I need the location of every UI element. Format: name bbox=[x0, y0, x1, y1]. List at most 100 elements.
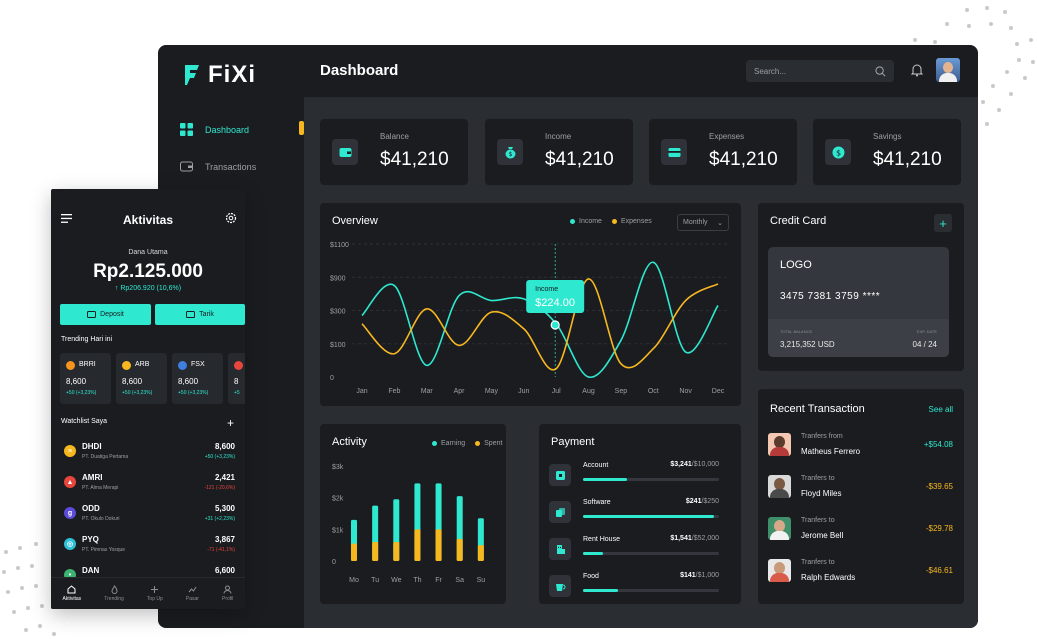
payment-item-account[interactable]: Account $3,241/$10,000 bbox=[549, 460, 719, 490]
payment-item-software[interactable]: Software $241/$250 bbox=[549, 497, 719, 527]
transaction-row[interactable]: Tranfers to Floyd Miles -$39.65 bbox=[768, 473, 953, 501]
sidebar-item-transactions[interactable]: Transactions bbox=[180, 160, 256, 173]
stat-card-balance[interactable]: Balance $41,210 bbox=[320, 119, 468, 185]
fixi-logo-icon bbox=[185, 65, 199, 85]
transaction-row[interactable]: Tranfers from Matheus Ferrero +$54.08 bbox=[768, 431, 953, 459]
nav-label: Pasar bbox=[185, 596, 199, 602]
payment-item-food[interactable]: Food $141/$1,000 bbox=[549, 571, 719, 601]
nav-profil[interactable]: Profil bbox=[222, 585, 233, 602]
transfer-amount: -$39.65 bbox=[925, 482, 953, 491]
nav-top-up[interactable]: Top Up bbox=[147, 585, 163, 602]
home-icon bbox=[67, 585, 76, 594]
x-tick-label: Su bbox=[477, 577, 486, 584]
ticker-logo bbox=[122, 361, 131, 370]
transfer-direction: Tranfers to bbox=[801, 517, 835, 524]
transaction-row[interactable]: Tranfers to Jerome Bell -$29.78 bbox=[768, 515, 953, 543]
y-tick-label: $100 bbox=[330, 342, 346, 349]
x-tick-label: Jun bbox=[518, 388, 529, 395]
deposit-button[interactable]: Deposit bbox=[60, 304, 151, 325]
desktop-dashboard-window: FiXi Dashboard Search... Dashboard Trans… bbox=[158, 45, 978, 628]
card-balance: 3,215,352 USD bbox=[780, 340, 835, 349]
nav-pasar[interactable]: Pasar bbox=[186, 585, 199, 602]
payment-label: Food bbox=[583, 573, 599, 580]
dollar-coin-icon: $ bbox=[825, 139, 851, 165]
payment-item-rent-house[interactable]: Rent House $1,541/$52,000 bbox=[549, 534, 719, 564]
tooltip-value: $224.00 bbox=[535, 297, 575, 309]
price: 5,300 bbox=[214, 504, 235, 513]
transfer-name: Matheus Ferrero bbox=[801, 447, 861, 456]
transaction-row[interactable]: Tranfers to Ralph Edwards -$46.61 bbox=[768, 557, 953, 585]
bar-spent bbox=[372, 542, 379, 561]
credit-card[interactable]: LOGO 3475 7381 3759 **** TOTAL BALANCE 3… bbox=[768, 247, 949, 357]
add-watchlist-button[interactable]: + bbox=[227, 416, 234, 430]
stat-card-expenses[interactable]: Expenses $41,210 bbox=[649, 119, 797, 185]
ticker: ARB bbox=[135, 361, 150, 368]
nav-label: Aktivitas bbox=[62, 596, 82, 602]
watchlist-item[interactable]: g ODD PT. Okulo Dokuri 5,300 +31 (+2,23%… bbox=[61, 504, 235, 534]
stat-card-savings[interactable]: $ Savings $41,210 bbox=[813, 119, 961, 185]
withdraw-label: Tarik bbox=[199, 311, 214, 318]
x-tick-label: Fr bbox=[435, 577, 442, 584]
card-number: 3475 7381 3759 **** bbox=[780, 291, 881, 302]
change: +5 bbox=[234, 390, 240, 396]
see-all-link[interactable]: See all bbox=[929, 405, 953, 414]
trending-card[interactable]: BRRI 8,600 +50 (+3,23%) bbox=[60, 353, 111, 404]
watchlist-item[interactable]: ◎ PYQ PT. Pimnas Yosque 3,867 -71 (-41,1… bbox=[61, 535, 235, 565]
ticker-logo: ▲ bbox=[64, 476, 76, 488]
layers-icon bbox=[549, 501, 571, 523]
nav-label: Trending bbox=[104, 596, 124, 602]
watchlist-item[interactable]: ▲ AMRI PT. Alma Merapi 2,421 -121 (-20,6… bbox=[61, 473, 235, 503]
change: -71 (-41,1%) bbox=[207, 547, 235, 553]
ticker: FSX bbox=[191, 361, 205, 368]
stat-card-income[interactable]: $ Income $41,210 bbox=[485, 119, 633, 185]
y-tick-label: $2k bbox=[332, 496, 344, 503]
stat-value: $41,210 bbox=[380, 149, 449, 170]
watchlist-item[interactable]: ≡ DHDI PT. Duatiga Pertama 8,600 +50 (+3… bbox=[61, 442, 235, 472]
withdraw-button[interactable]: Tarik bbox=[155, 304, 245, 325]
balance-label: TOTAL BALANCE bbox=[780, 329, 813, 334]
add-card-button[interactable]: + bbox=[934, 214, 952, 232]
grid-icon bbox=[180, 123, 193, 136]
x-tick-label: Dec bbox=[712, 388, 725, 395]
trending-card[interactable]: FSX 8,600 +50 (+3,23%) bbox=[172, 353, 223, 404]
transfer-name: Floyd Miles bbox=[801, 489, 842, 498]
bar-spent bbox=[414, 529, 421, 561]
bar-spent bbox=[456, 538, 463, 561]
payment-label: Account bbox=[583, 462, 609, 469]
transfer-amount: -$46.61 bbox=[925, 566, 953, 575]
bottom-nav: Aktivitas Trending Top Up Pasar Profil bbox=[51, 577, 245, 609]
price: 8,600 bbox=[66, 377, 87, 386]
balance-label: Dana Utama bbox=[128, 249, 168, 256]
x-tick-label: Nov bbox=[679, 388, 692, 395]
trending-card[interactable]: ARB 8,600 +50 (+3,23%) bbox=[116, 353, 167, 404]
bar-spent bbox=[351, 543, 357, 561]
nav-trending[interactable]: Trending bbox=[104, 585, 124, 602]
progress-bar bbox=[583, 515, 719, 518]
ticker: ODD bbox=[82, 504, 100, 513]
stat-value: $41,210 bbox=[709, 149, 778, 170]
wallet-icon bbox=[87, 311, 97, 318]
ticker: DAN bbox=[82, 566, 100, 575]
change: +50 (+3,23%) bbox=[204, 454, 235, 460]
transfer-amount: -$29.78 bbox=[925, 524, 953, 533]
stat-label: Expenses bbox=[709, 132, 745, 141]
overview-panel: Overview Income Expenses Monthly ⌄ 0 $100… bbox=[320, 203, 741, 406]
change: +50 (+3,23%) bbox=[66, 390, 97, 396]
x-tick-label: Feb bbox=[388, 388, 400, 395]
trend-icon bbox=[188, 586, 197, 593]
plus-icon bbox=[151, 586, 159, 593]
brand-logo[interactable]: FiXi bbox=[182, 61, 256, 89]
stat-label: Balance bbox=[380, 132, 409, 141]
gear-icon[interactable] bbox=[225, 212, 237, 224]
search-input[interactable]: Search... bbox=[746, 60, 894, 82]
sidebar-item-dashboard[interactable]: Dashboard bbox=[180, 123, 249, 136]
x-tick-label: Apr bbox=[454, 388, 466, 395]
trending-card[interactable]: A 8 +5 bbox=[228, 353, 245, 404]
nav-aktivitas[interactable]: Aktivitas bbox=[62, 585, 82, 602]
nav-label: Top Up bbox=[146, 596, 163, 602]
money-bag-icon: $ bbox=[497, 139, 523, 165]
user-avatar[interactable] bbox=[936, 58, 960, 82]
avatar bbox=[768, 433, 791, 456]
y-tick-label: $3k bbox=[332, 464, 344, 471]
bell-icon[interactable] bbox=[910, 63, 924, 77]
